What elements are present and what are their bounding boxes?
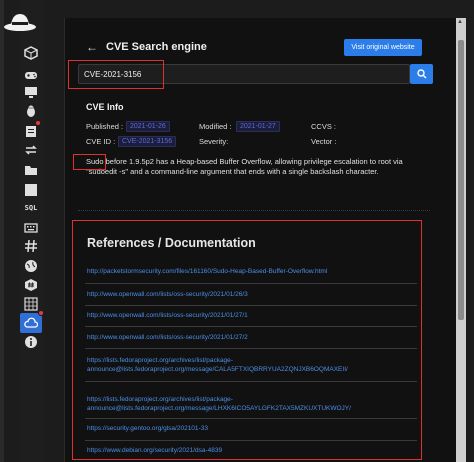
cve-description: Sudo before 1.9.5p2 has a Heap-based Buf… — [86, 157, 403, 176]
linux-icon[interactable] — [23, 103, 39, 119]
reference-link[interactable]: http://www.openwall.com/lists/oss-securi… — [87, 333, 417, 342]
reference-link[interactable]: https://lists.fedoraproject.org/archives… — [87, 356, 417, 374]
section-divider — [78, 210, 430, 211]
sudo-highlight-box — [73, 154, 106, 170]
reference-link[interactable]: https://security.gentoo.org/glsa/202101-… — [87, 424, 417, 433]
grid-icon[interactable] — [23, 296, 39, 312]
cube-icon[interactable] — [23, 45, 39, 61]
notification-badge — [35, 120, 41, 126]
hashtag-icon[interactable] — [23, 238, 39, 254]
reference-link[interactable]: http://www.openwall.com/lists/oss-securi… — [87, 290, 417, 299]
reference-separator — [85, 348, 417, 349]
cve-id-label: CVE ID : — [86, 137, 116, 146]
globe-icon[interactable] — [23, 258, 39, 274]
hash-box-icon[interactable] — [23, 277, 39, 293]
gamepad-icon[interactable] — [23, 67, 39, 83]
page-header: ← CVE Search engine — [86, 40, 207, 54]
published-value: 2021-01-26 — [126, 121, 170, 132]
reference-link[interactable]: http://packetstormsecurity.com/files/161… — [87, 267, 417, 276]
reference-link[interactable]: http://www.openwall.com/lists/oss-securi… — [87, 311, 417, 320]
scrollbar-thumb[interactable] — [458, 40, 464, 320]
javascript-icon[interactable] — [23, 182, 39, 198]
reference-separator — [85, 305, 417, 306]
ccvs-label: CCVS : — [311, 122, 337, 131]
reference-separator — [85, 418, 417, 419]
notification-badge — [38, 310, 44, 316]
search-button[interactable] — [410, 64, 433, 84]
cve-info-heading: CVE Info — [86, 102, 124, 112]
vector-label: Vector : — [311, 137, 337, 146]
swap-icon[interactable] — [23, 142, 39, 158]
modified-value: 2021-01-27 — [236, 121, 280, 132]
notepad-icon[interactable] — [23, 120, 41, 139]
window-edge — [0, 0, 4, 462]
scroll-up-icon[interactable]: ▲ — [457, 19, 463, 25]
reference-separator — [85, 283, 417, 284]
search-highlight-box — [68, 60, 164, 89]
hat-logo-icon — [4, 14, 36, 31]
info-icon[interactable] — [23, 334, 39, 350]
keyboard-icon[interactable] — [23, 220, 39, 236]
modified-label: Modified : — [199, 122, 232, 131]
page-title: CVE Search engine — [106, 41, 207, 53]
reference-link[interactable]: https://www.debian.org/security/2021/dsa… — [87, 446, 417, 455]
reference-separator — [85, 440, 417, 441]
visit-website-button[interactable]: Visit original website — [344, 39, 422, 56]
reference-separator — [85, 326, 417, 327]
reference-separator — [85, 381, 417, 382]
sql-icon[interactable]: SQL — [23, 200, 39, 216]
folder-icon[interactable] — [23, 162, 39, 178]
references-title: References / Documentation — [87, 236, 256, 250]
reference-link[interactable]: https://lists.fedoraproject.org/archives… — [87, 395, 417, 413]
cloud-icon[interactable] — [20, 310, 44, 333]
cve-id-value: CVE-2021-3156 — [118, 136, 177, 147]
monitor-icon[interactable] — [23, 84, 39, 100]
search-icon — [416, 69, 426, 79]
back-arrow-icon[interactable]: ← — [86, 40, 98, 54]
severity-label: Severity: — [199, 137, 229, 146]
sql-label: SQL — [24, 204, 38, 212]
published-label: Published : — [86, 122, 124, 131]
